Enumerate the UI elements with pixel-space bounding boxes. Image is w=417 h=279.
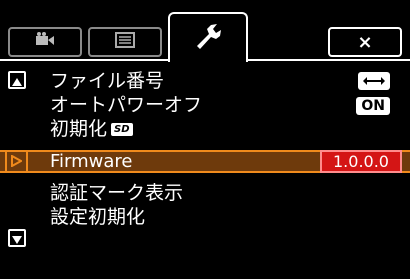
- scroll-up-icon: [12, 71, 22, 90]
- selection-cursor: [5, 150, 28, 173]
- menu-list-icon: [115, 32, 135, 52]
- menu-item-file-number[interactable]: ファイル番号: [50, 70, 164, 92]
- menu-item-firmware[interactable]: Firmware: [50, 151, 133, 173]
- tab-underline-left: [0, 59, 170, 61]
- movie-camera-icon: [34, 32, 56, 52]
- sd-card-icon: SD: [111, 123, 133, 136]
- initialize-label: 初期化: [50, 118, 108, 140]
- close-button[interactable]: ×: [328, 27, 402, 57]
- close-icon: ×: [357, 31, 373, 53]
- scroll-up-button[interactable]: [8, 71, 26, 89]
- tab-menu[interactable]: [88, 27, 162, 57]
- scroll-down-button[interactable]: [8, 229, 26, 247]
- wrench-icon: [190, 21, 226, 55]
- menu-item-initialize[interactable]: 初期化 SD: [50, 118, 133, 140]
- continuous-numbering-icon: [358, 72, 390, 90]
- scroll-down-icon: [12, 229, 22, 248]
- play-arrow-icon: [11, 152, 24, 171]
- tab-setup[interactable]: [168, 12, 248, 62]
- menu-item-auto-power-off[interactable]: オートパワーオフ: [50, 94, 202, 116]
- menu-item-certification-logo[interactable]: 認証マーク表示: [50, 182, 183, 204]
- auto-power-off-value: ON: [356, 97, 390, 115]
- menu-item-reset-settings[interactable]: 設定初期化: [50, 206, 145, 228]
- camera-menu-screen: × ファイル番号 オートパワーオフ ON 初期化 SD Firmware 1.0.…: [0, 0, 410, 279]
- tab-movie[interactable]: [8, 27, 82, 57]
- firmware-version-value: 1.0.0.0: [320, 150, 402, 173]
- tab-underline-right: [246, 59, 410, 61]
